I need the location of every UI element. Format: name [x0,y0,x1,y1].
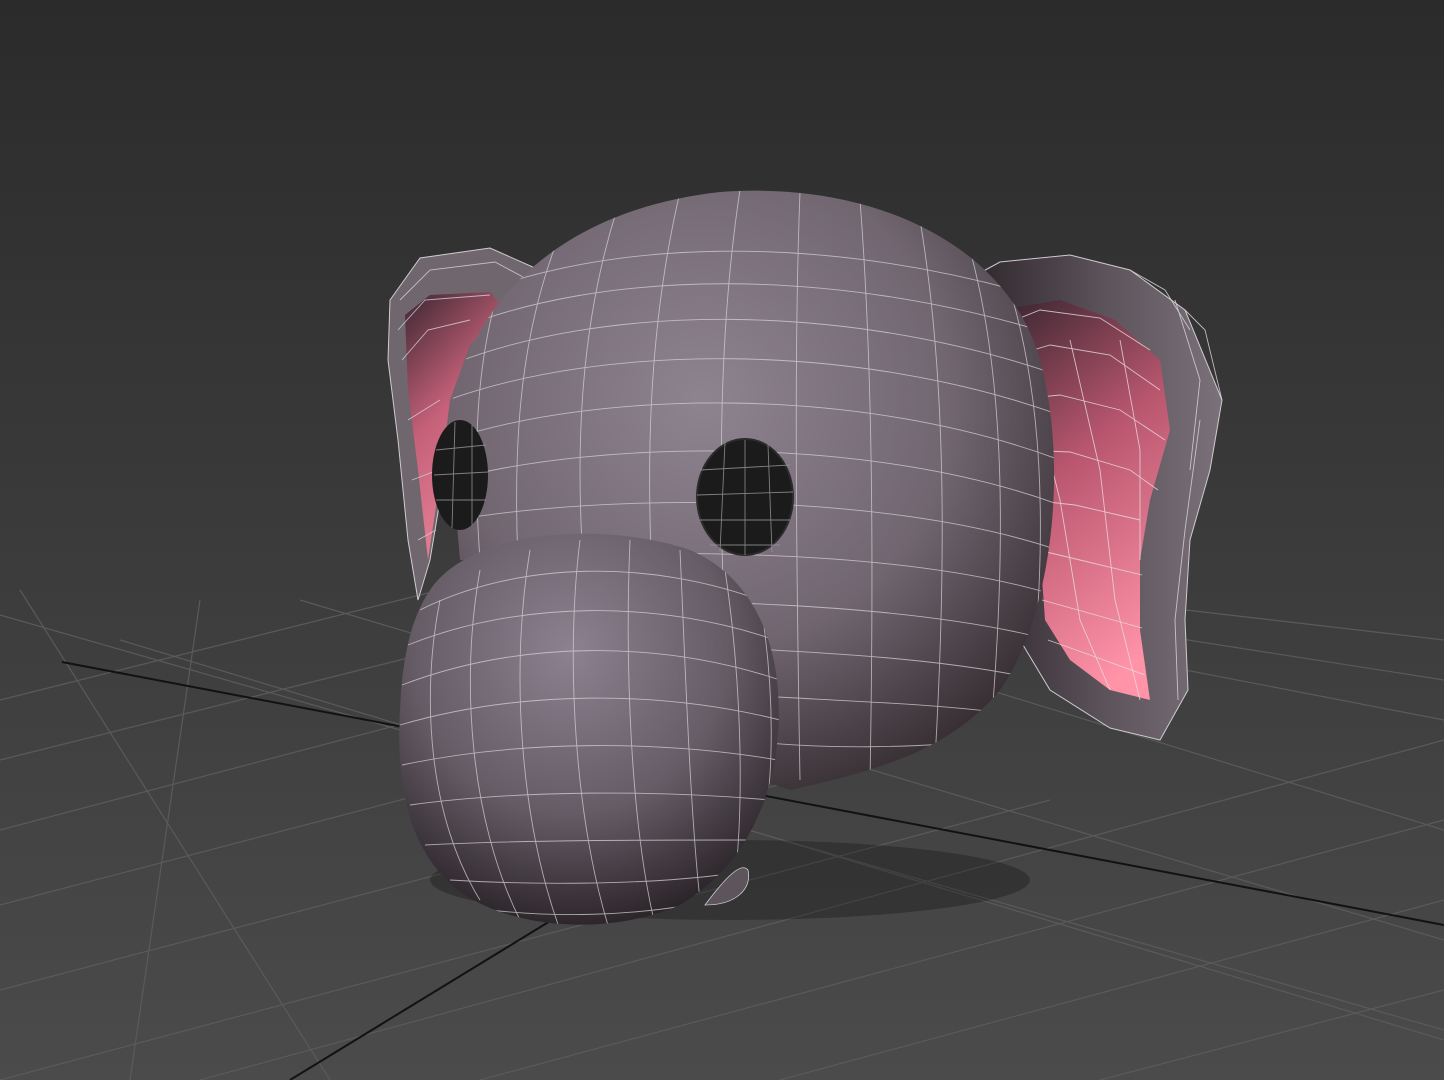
viewport-canvas[interactable] [0,0,1444,1080]
3d-viewport[interactable] [0,0,1444,1080]
left-eye[interactable] [432,420,489,530]
right-eye[interactable] [696,438,794,556]
